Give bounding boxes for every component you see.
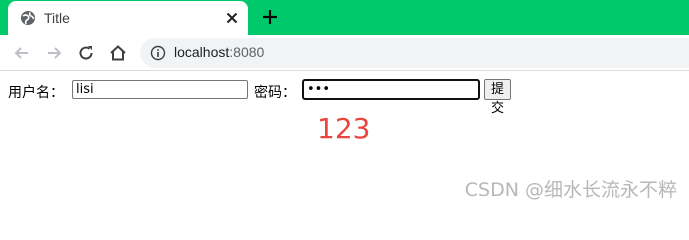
result-text: 123 bbox=[317, 112, 371, 145]
browser-tab[interactable]: Title bbox=[8, 1, 248, 35]
back-arrow-icon[interactable] bbox=[12, 43, 32, 63]
url-text: localhost:8080 bbox=[174, 44, 264, 60]
page-content: 用户名： lisi 密码： ••• 提交 123 CSDN @细水长流永不粹 bbox=[0, 72, 689, 212]
site-info-icon[interactable] bbox=[150, 45, 166, 61]
username-input[interactable]: lisi bbox=[72, 80, 248, 99]
address-bar[interactable]: localhost:8080 bbox=[140, 38, 689, 68]
password-input[interactable]: ••• bbox=[302, 79, 480, 100]
close-icon[interactable] bbox=[224, 10, 240, 26]
csdn-watermark: CSDN @细水长流永不粹 bbox=[464, 179, 677, 201]
tab-strip: Title bbox=[0, 0, 689, 35]
url-port: :8080 bbox=[229, 44, 265, 60]
browser-toolbar: localhost:8080 bbox=[0, 35, 689, 71]
username-label: 用户名： bbox=[8, 85, 64, 101]
reload-icon[interactable] bbox=[76, 43, 96, 63]
tab-title: Title bbox=[44, 10, 70, 26]
new-tab-plus-icon[interactable] bbox=[260, 7, 280, 27]
submit-button[interactable]: 提交 bbox=[484, 79, 512, 116]
forward-arrow-icon[interactable] bbox=[44, 43, 64, 63]
globe-icon bbox=[21, 11, 35, 25]
password-label: 密码： bbox=[254, 85, 296, 101]
home-icon[interactable] bbox=[108, 43, 128, 63]
url-host: localhost bbox=[174, 44, 230, 60]
